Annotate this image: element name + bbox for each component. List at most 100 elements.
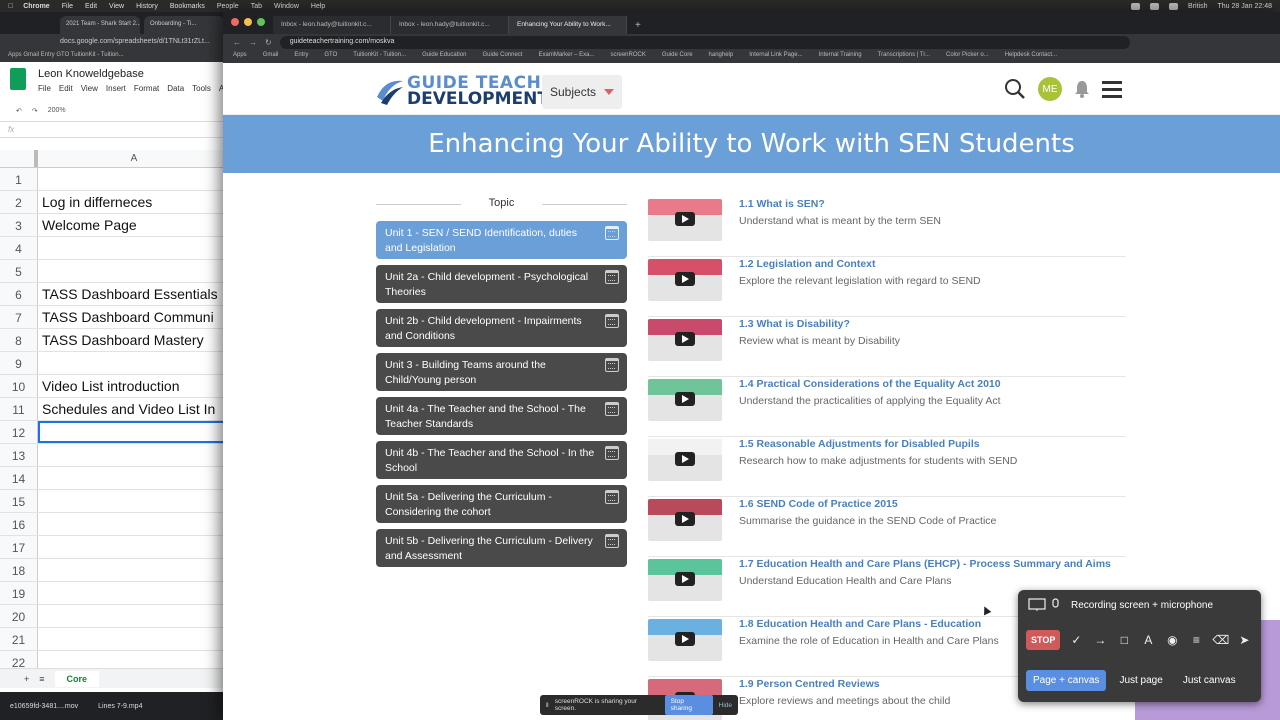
bookmark-item[interactable]: Internal Link Page... bbox=[749, 52, 802, 61]
sheets-menu-view[interactable]: View bbox=[81, 84, 98, 93]
menu-tab[interactable]: Tab bbox=[251, 3, 262, 10]
lesson-thumbnail[interactable] bbox=[648, 619, 722, 661]
lesson-title-link[interactable]: 1.2 Legislation and Context bbox=[739, 258, 876, 270]
mode-just-page-button[interactable]: Just page bbox=[1112, 670, 1169, 691]
row-number[interactable]: 13 bbox=[0, 444, 38, 466]
row-number[interactable]: 5 bbox=[0, 260, 38, 282]
lesson-title-link[interactable]: 1.8 Education Health and Care Plans - Ed… bbox=[739, 618, 981, 630]
sheet-cell[interactable] bbox=[38, 536, 230, 558]
lesson-title-link[interactable]: 1.3 What is Disability? bbox=[739, 318, 850, 330]
row-number[interactable]: 14 bbox=[0, 467, 38, 489]
sheets-menu-format[interactable]: Format bbox=[134, 84, 159, 93]
hamburger-menu-icon[interactable] bbox=[1102, 80, 1122, 98]
bookmark-item[interactable]: Guide Connect bbox=[482, 52, 522, 61]
unit-item[interactable]: Unit 2a - Child development - Psychologi… bbox=[376, 265, 627, 303]
bookmark-item[interactable]: Internal Training bbox=[819, 52, 862, 61]
line-width-icon[interactable]: ≡ bbox=[1188, 632, 1204, 648]
sheets-tab[interactable]: Onboarding - Ti... bbox=[144, 16, 224, 34]
sheet-cell[interactable] bbox=[38, 421, 230, 443]
play-icon[interactable] bbox=[675, 452, 695, 466]
arrow-icon[interactable]: → bbox=[1092, 632, 1108, 648]
row-number[interactable]: 6 bbox=[0, 283, 38, 305]
lesson-thumbnail[interactable] bbox=[648, 259, 722, 301]
calendar-icon[interactable] bbox=[605, 270, 619, 284]
column-header-a[interactable]: A bbox=[38, 150, 230, 167]
redo-icon[interactable]: ↷ bbox=[32, 107, 38, 116]
row-number[interactable]: 10 bbox=[0, 375, 38, 397]
back-icon[interactable]: ← bbox=[233, 38, 241, 47]
play-icon[interactable] bbox=[675, 272, 695, 286]
stop-sharing-button[interactable]: Stop sharing bbox=[664, 695, 713, 715]
clock[interactable]: Thu 28 Jan 22:48 bbox=[1218, 3, 1273, 10]
menu-file[interactable]: File bbox=[62, 3, 73, 10]
bell-icon[interactable] bbox=[1074, 80, 1090, 98]
menu-bookmarks[interactable]: Bookmarks bbox=[170, 3, 205, 10]
play-icon[interactable] bbox=[675, 512, 695, 526]
row-number[interactable]: 17 bbox=[0, 536, 38, 558]
calendar-icon[interactable] bbox=[605, 534, 619, 548]
unit-item[interactable]: Unit 3 - Building Teams around the Child… bbox=[376, 353, 627, 391]
sheet-tab-core[interactable]: Core bbox=[54, 670, 100, 687]
new-tab-button[interactable]: + bbox=[627, 20, 641, 34]
sheet-cell[interactable]: Welcome Page bbox=[38, 214, 230, 236]
unit-item[interactable]: Unit 5a - Delivering the Curriculum - Co… bbox=[376, 485, 627, 523]
bookmark-item[interactable]: Apps bbox=[233, 52, 247, 61]
lesson-thumbnail[interactable] bbox=[648, 499, 722, 541]
calendar-icon[interactable] bbox=[605, 490, 619, 504]
row-number[interactable]: 4 bbox=[0, 237, 38, 259]
unit-item[interactable]: Unit 5b - Delivering the Curriculum - De… bbox=[376, 529, 627, 567]
sheets-menu-edit[interactable]: Edit bbox=[59, 84, 73, 93]
undo-icon[interactable]: ↶ bbox=[16, 107, 22, 116]
row-number[interactable]: 2 bbox=[0, 191, 38, 213]
play-icon[interactable] bbox=[675, 632, 695, 646]
lesson-thumbnail[interactable] bbox=[648, 379, 722, 421]
sheets-menu-data[interactable]: Data bbox=[167, 84, 184, 93]
lesson-title-link[interactable]: 1.4 Practical Considerations of the Equa… bbox=[739, 378, 1001, 390]
maximize-window-icon[interactable] bbox=[257, 18, 265, 26]
sheets-doc-title[interactable]: Leon Knoweldgebase bbox=[38, 68, 144, 80]
lesson-title-link[interactable]: 1.7 Education Health and Care Plans (EHC… bbox=[739, 558, 1111, 570]
sheet-cell[interactable] bbox=[38, 352, 230, 374]
zoom-select[interactable]: 200% bbox=[48, 107, 66, 116]
sheets-menu-insert[interactable]: Insert bbox=[106, 84, 126, 93]
row-number[interactable]: 8 bbox=[0, 329, 38, 351]
lesson-title-link[interactable]: 1.9 Person Centred Reviews bbox=[739, 678, 880, 690]
menu-history[interactable]: History bbox=[136, 3, 158, 10]
formula-bar[interactable]: fx bbox=[0, 122, 230, 138]
row-number[interactable]: 19 bbox=[0, 582, 38, 604]
play-icon[interactable] bbox=[675, 572, 695, 586]
sheet-cell[interactable] bbox=[38, 490, 230, 512]
unit-item[interactable]: Unit 2b - Child development - Impairment… bbox=[376, 309, 627, 347]
row-number[interactable]: 21 bbox=[0, 628, 38, 650]
sheet-cell[interactable] bbox=[38, 628, 230, 650]
avatar[interactable]: ME bbox=[1038, 77, 1062, 101]
mode-just-canvas-button[interactable]: Just canvas bbox=[1176, 670, 1243, 691]
row-number[interactable]: 12 bbox=[0, 421, 38, 443]
sheets-menu-file[interactable]: File bbox=[38, 84, 51, 93]
bookmark-item[interactable]: TuitionKit - Tuition... bbox=[353, 52, 406, 61]
lesson-thumbnail[interactable] bbox=[648, 559, 722, 601]
sheet-cell[interactable] bbox=[38, 444, 230, 466]
search-icon[interactable] bbox=[1004, 78, 1026, 100]
sheet-cell[interactable] bbox=[38, 260, 230, 282]
all-sheets-icon[interactable]: ≡ bbox=[39, 674, 44, 684]
sheet-cell[interactable]: TASS Dashboard Essentials bbox=[38, 283, 230, 305]
battery-icon[interactable] bbox=[1169, 2, 1179, 10]
bookmark-item[interactable]: screenROCK bbox=[611, 52, 646, 61]
forward-icon[interactable]: → bbox=[249, 38, 257, 47]
sheet-cell[interactable]: TASS Dashboard Mastery bbox=[38, 329, 230, 351]
download-item[interactable]: Lines 7-9.mp4 bbox=[98, 703, 142, 710]
play-icon[interactable] bbox=[675, 332, 695, 346]
hide-sharing-bar-button[interactable]: Hide bbox=[719, 702, 732, 709]
address-bar[interactable]: guideteachertraining.com/moskva bbox=[279, 35, 1130, 49]
drag-handle-icon[interactable]: ‖ bbox=[546, 702, 549, 709]
cursor-icon[interactable]: ➤ bbox=[1236, 632, 1252, 648]
row-number[interactable]: 20 bbox=[0, 605, 38, 627]
trash-icon[interactable]: ⌫ bbox=[1212, 632, 1229, 648]
add-sheet-icon[interactable]: + bbox=[24, 674, 29, 684]
bookmark-item[interactable]: ExamMarker – Exa... bbox=[538, 52, 594, 61]
sheet-cell[interactable] bbox=[38, 467, 230, 489]
bookmark-item[interactable]: Guide Education bbox=[422, 52, 466, 61]
browser-tab-active[interactable]: Enhancing Your Ability to Work... bbox=[509, 16, 627, 34]
row-number[interactable]: 15 bbox=[0, 490, 38, 512]
